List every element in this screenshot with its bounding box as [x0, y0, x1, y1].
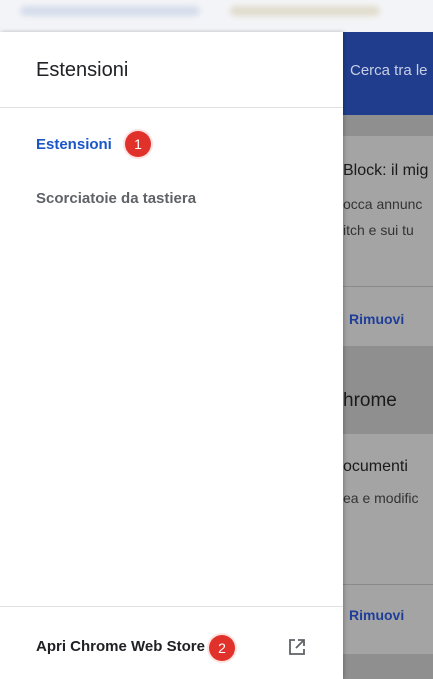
drawer-title: Estensioni	[36, 59, 129, 81]
step-badge-2: 2	[209, 635, 235, 661]
nav-item-label: Estensioni	[36, 136, 112, 153]
extensions-drawer: Estensioni Estensioni 1 Scorciatoie da t…	[0, 32, 343, 679]
step-badge-1: 1	[125, 131, 151, 157]
web-store-label: Apri Chrome Web Store	[36, 638, 205, 655]
extension-desc: occa annunc	[343, 196, 423, 212]
bookmark-blur	[230, 6, 380, 16]
search-placeholder: Cerca tra le	[350, 62, 428, 79]
extension-title: ocumenti	[343, 458, 408, 475]
nav-item-keyboard-shortcuts[interactable]: Scorciatoie da tastiera	[36, 190, 196, 207]
extension-title: Block: il mig	[343, 162, 429, 179]
extension-card: ocumenti ea e modific Rimuovi	[343, 434, 433, 654]
open-web-store-link[interactable]: Apri Chrome Web Store	[36, 638, 205, 655]
nav-item-extensions[interactable]: Estensioni	[36, 136, 112, 153]
open-in-new-icon[interactable]	[287, 637, 307, 657]
divider	[0, 107, 343, 108]
section-title: hrome	[343, 390, 397, 411]
remove-button[interactable]: Rimuovi	[349, 607, 404, 623]
page-header: Cerca tra le	[343, 32, 433, 115]
browser-bookmarks-strip	[0, 0, 433, 32]
extensions-page-background: Cerca tra le Block: il mig occa annunc i…	[343, 32, 433, 679]
extension-desc: ea e modific	[343, 490, 419, 506]
nav-item-label: Scorciatoie da tastiera	[36, 190, 197, 207]
extension-card: Block: il mig occa annunc itch e sui tu …	[343, 136, 433, 346]
divider	[0, 606, 343, 607]
extension-desc: itch e sui tu	[343, 222, 414, 238]
remove-button[interactable]: Rimuovi	[349, 311, 404, 327]
bookmark-blur	[20, 6, 200, 16]
